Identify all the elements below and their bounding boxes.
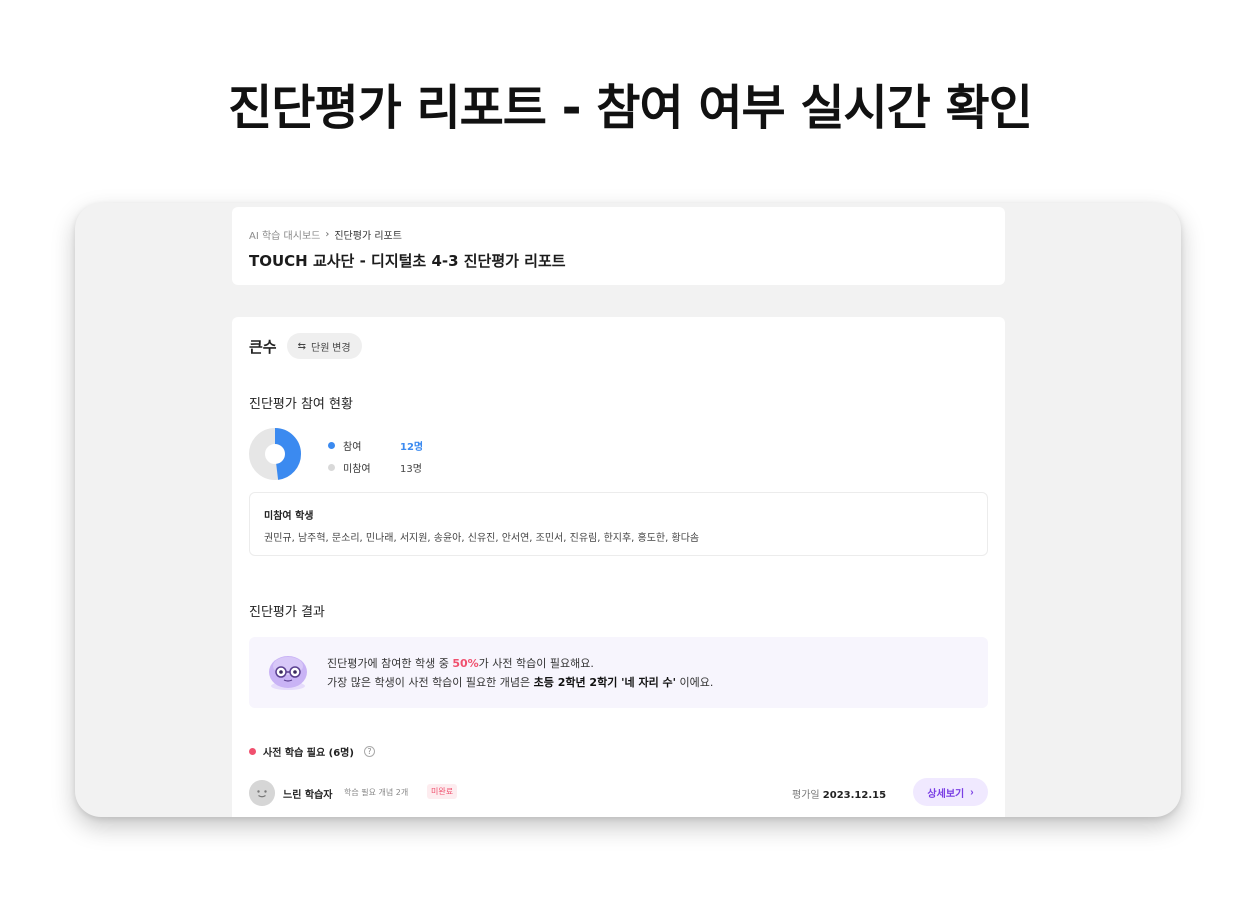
legend-absent: 미참여 13명 [328, 456, 423, 478]
participation-title: 진단평가 참여 현황 [249, 397, 353, 412]
breadcrumb: AI 학습 대시보드 › 진단평가 리포트 [249, 227, 402, 242]
blue-dot-icon [328, 441, 335, 449]
need-study-header: 사전 학습 필요 (6명) ? [249, 744, 375, 759]
header-card: AI 학습 대시보드 › 진단평가 리포트 TOUCH 교사단 - 디지털초 4… [232, 207, 1005, 285]
avatar [249, 780, 275, 806]
mascot-icon [269, 656, 307, 690]
result-concept: 초등 2학년 2학기 '네 자리 수' [533, 676, 677, 689]
result-summary-box: 진단평가에 참여한 학생 중 50%가 사전 학습이 필요해요. 가장 많은 학… [249, 637, 988, 708]
chevron-right-icon: › [970, 786, 974, 798]
result-line-1: 진단평가에 참여한 학생 중 50%가 사전 학습이 필요해요. [327, 657, 594, 670]
red-dot-icon [249, 748, 256, 755]
participation-legend: 참여 12명 미참여 13명 [328, 434, 423, 478]
page-headline: 진단평가 리포트 - 참여 여부 실시간 확인 [228, 80, 1033, 136]
breadcrumb-parent[interactable]: AI 학습 대시보드 [249, 227, 320, 242]
swap-icon: ⇆ [297, 340, 306, 352]
change-unit-label: 단원 변경 [311, 342, 351, 354]
gray-dot-icon [328, 463, 335, 471]
need-study-label: 사전 학습 필요 (6명) [263, 748, 354, 759]
breadcrumb-current: 진단평가 리포트 [334, 231, 402, 242]
eval-date: 평가일 2023.12.15 [792, 790, 887, 801]
absent-students-names: 권민규, 남주혁, 문소리, 민나래, 서지원, 송윤아, 신유진, 안서연, … [264, 533, 700, 544]
legend-participated-count: 12명 [400, 441, 424, 453]
student-meta: 학습 필요 개념 2개 [344, 788, 409, 797]
detail-button-label: 상세보기 [927, 788, 965, 800]
status-badge: 미완료 [427, 784, 458, 799]
student-row: 느린 학습자 학습 필요 개념 2개 미완료 평가일 2023.12.15 상세… [249, 778, 988, 806]
participation-donut-chart [249, 428, 301, 480]
detail-button[interactable]: 상세보기 › [913, 778, 988, 806]
absent-students-box: 미참여 학생 권민규, 남주혁, 문소리, 민나래, 서지원, 송윤아, 신유진… [249, 492, 988, 556]
result-text: 진단평가에 참여한 학생 중 50%가 사전 학습이 필요해요. 가장 많은 학… [327, 654, 713, 692]
app-window: AI 학습 대시보드 › 진단평가 리포트 TOUCH 교사단 - 디지털초 4… [75, 203, 1181, 817]
student-name: 느린 학습자 [283, 790, 333, 801]
legend-absent-count: 13명 [400, 463, 422, 475]
legend-participated: 참여 12명 [328, 434, 423, 456]
result-line-2: 가장 많은 학생이 사전 학습이 필요한 개념은 초등 2학년 2학기 '네 자… [327, 676, 714, 689]
question-icon[interactable]: ? [363, 746, 375, 757]
result-percent: 50% [452, 657, 479, 670]
legend-absent-label: 미참여 [343, 463, 371, 475]
chevron-right-icon: › [325, 229, 330, 240]
result-title: 진단평가 결과 [249, 605, 325, 620]
absent-students-title: 미참여 학생 [264, 511, 314, 522]
unit-name: 큰수 [249, 337, 277, 356]
legend-participated-label: 참여 [343, 441, 362, 453]
report-card: 큰수 ⇆ 단원 변경 진단평가 참여 현황 참여 12명 미참여 13명 미참여… [232, 317, 1005, 817]
unit-row: 큰수 ⇆ 단원 변경 [249, 333, 362, 359]
page-title: TOUCH 교사단 - 디지털초 4-3 진단평가 리포트 [249, 252, 566, 270]
change-unit-button[interactable]: ⇆ 단원 변경 [286, 333, 362, 359]
